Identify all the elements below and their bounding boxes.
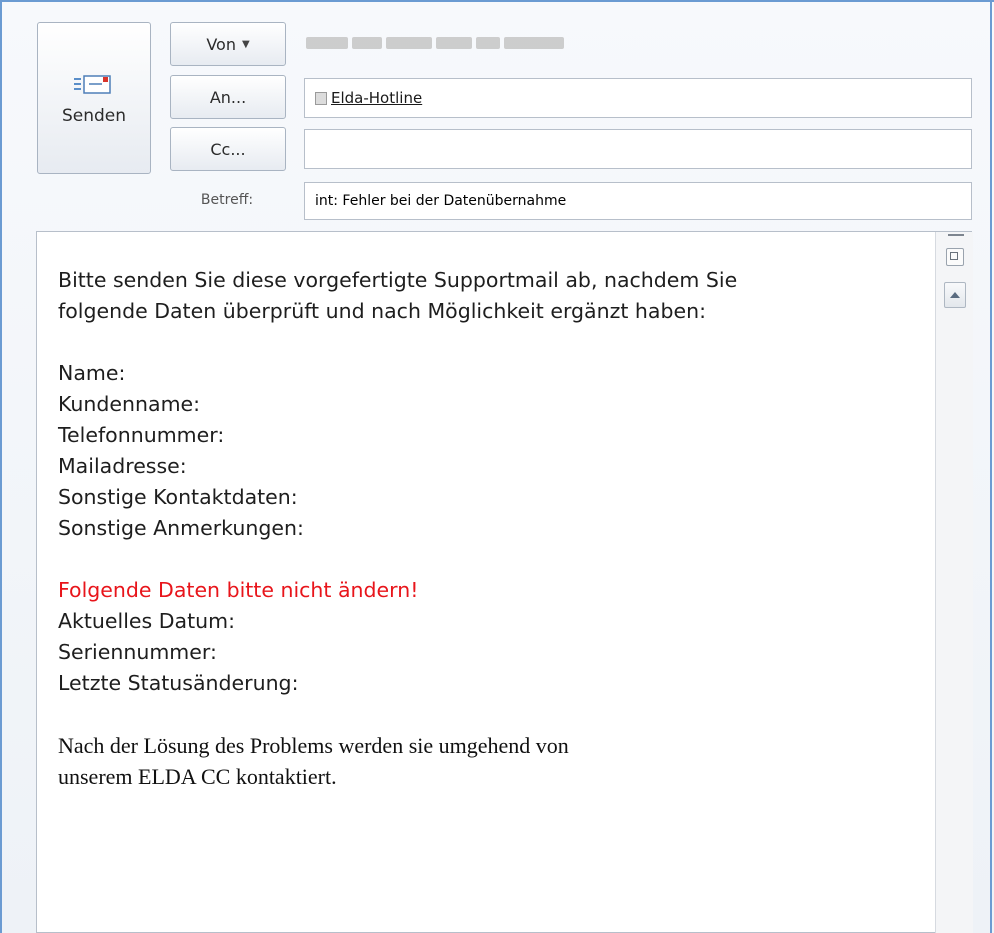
recipient-token[interactable]: Elda-Hotline [315, 89, 422, 107]
closing-line-1: Nach der Lösung des Problems werden sie … [58, 733, 569, 758]
intro-line-1: Bitte senden Sie diese vorgefertigte Sup… [58, 268, 738, 292]
warning-line: Folgende Daten bitte nicht ändern! [58, 578, 419, 602]
cc-button[interactable]: Cc... [170, 127, 286, 171]
to-label: An... [209, 87, 247, 107]
redacted-block [436, 37, 472, 49]
send-label: Senden [61, 106, 127, 126]
from-address-redacted [306, 35, 586, 51]
redacted-block [352, 37, 382, 49]
field-other-contact: Sonstige Kontaktdaten: [58, 485, 298, 509]
arrow-up-icon[interactable] [944, 282, 966, 308]
from-label: Von [206, 34, 236, 54]
expand-pane-icon[interactable] [946, 248, 964, 266]
subject-field[interactable]: int: Fehler bei der Datenübernahme [304, 182, 972, 220]
window-border-left [0, 0, 2, 933]
send-button[interactable]: Senden [37, 22, 151, 174]
field-other-notes: Sonstige Anmerkungen: [58, 516, 304, 540]
recipient-name: Elda-Hotline [331, 89, 423, 107]
to-button[interactable]: An... [170, 75, 286, 119]
minimize-line-icon [948, 234, 964, 236]
vertical-scrollbar[interactable] [935, 232, 973, 933]
field-name: Name: [58, 361, 126, 385]
field-last-status-change: Letzte Statusänderung: [58, 671, 299, 695]
redacted-block [476, 37, 500, 49]
compose-window: Senden Von ▼ An... Elda-Hotline Cc... Be… [0, 0, 994, 933]
caret-down-icon: ▼ [241, 38, 250, 50]
to-field[interactable]: Elda-Hotline [304, 78, 972, 118]
cc-field[interactable] [304, 129, 972, 169]
subject-value: int: Fehler bei der Datenübernahme [315, 193, 567, 209]
field-serial-number: Seriennummer: [58, 640, 217, 664]
redacted-block [504, 37, 564, 49]
intro-line-2: folgende Daten überprüft und nach Möglic… [58, 299, 707, 323]
field-phone: Telefonnummer: [58, 423, 225, 447]
field-email: Mailadresse: [58, 454, 187, 478]
field-customer-name: Kundenname: [58, 392, 201, 416]
window-border-top [0, 0, 994, 2]
redacted-block [306, 37, 348, 49]
contact-card-icon [315, 91, 327, 105]
field-current-date: Aktuelles Datum: [58, 609, 235, 633]
from-button[interactable]: Von ▼ [170, 22, 286, 66]
closing-line-2: unserem ELDA CC kontaktiert. [58, 764, 337, 789]
subject-label: Betreff: [200, 192, 254, 208]
cc-label: Cc... [210, 139, 246, 159]
redacted-block [386, 37, 432, 49]
window-border-right [990, 0, 992, 933]
message-text[interactable]: Bitte senden Sie diese vorgefertigte Sup… [58, 265, 928, 792]
mail-send-icon [72, 70, 116, 100]
